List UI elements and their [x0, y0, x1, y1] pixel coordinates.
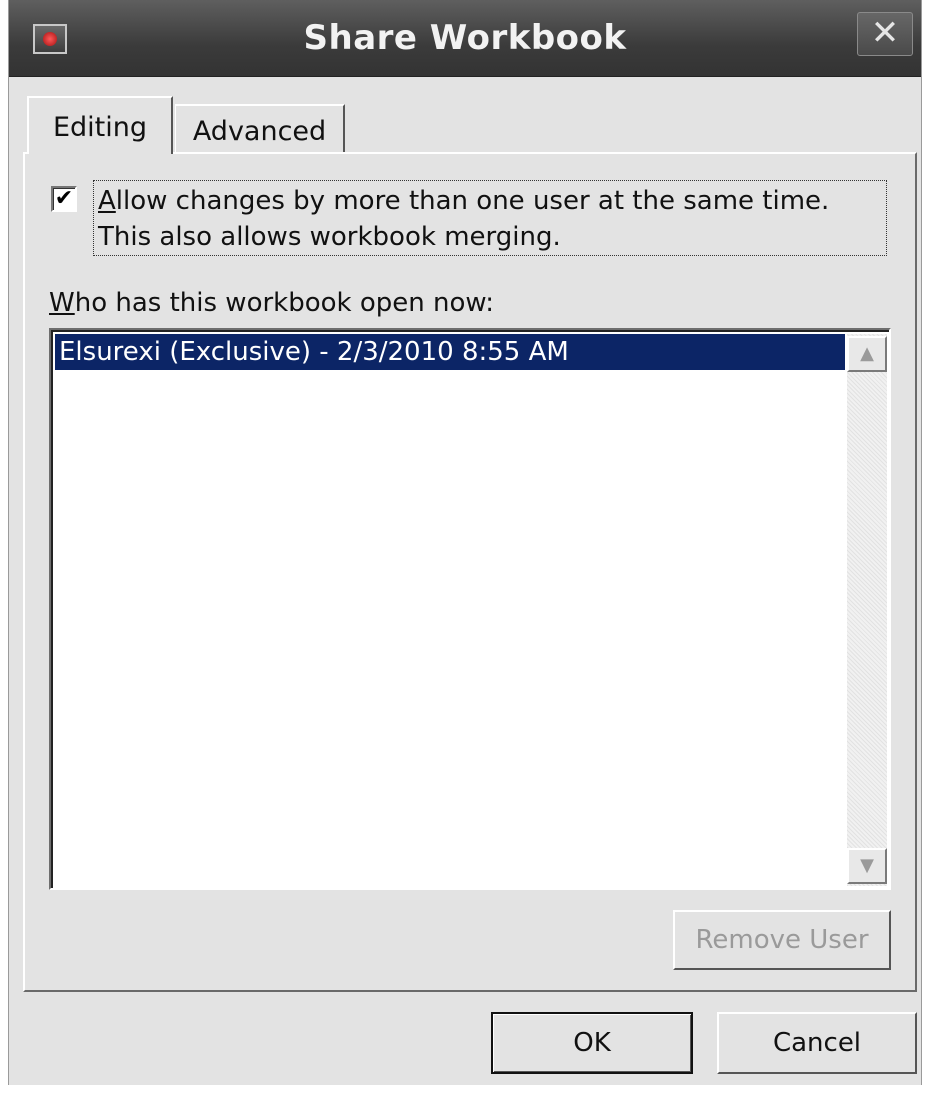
arrow-up-icon: ▲	[860, 343, 874, 364]
remove-user-button[interactable]: Remove User	[673, 910, 891, 970]
arrow-down-icon: ▼	[860, 855, 874, 876]
who-label-text: ho has this workbook open now:	[74, 288, 494, 318]
checkmark-icon: ✔	[54, 186, 74, 211]
tab-advanced[interactable]: Advanced	[175, 104, 345, 154]
users-listbox[interactable]: Elsurexi (Exclusive) - 2/3/2010 8:55 AM …	[49, 328, 891, 890]
who-has-open-label: Who has this workbook open now:	[49, 288, 494, 318]
vertical-scrollbar[interactable]: ▲ ▼	[847, 334, 887, 886]
tab-editing[interactable]: Editing	[27, 96, 173, 154]
close-button[interactable]: ✕	[857, 12, 913, 56]
title-bar[interactable]: Share Workbook ✕	[9, 0, 921, 77]
dialog-title: Share Workbook	[303, 18, 627, 58]
allow-changes-accelerator: A	[98, 186, 116, 216]
who-label-accelerator: W	[49, 288, 75, 318]
ok-button[interactable]: OK	[491, 1012, 693, 1074]
allow-changes-label[interactable]: Allow changes by more than one user at t…	[93, 180, 887, 256]
close-icon: ✕	[870, 13, 900, 53]
share-workbook-dialog: Share Workbook ✕ Editing Advanced ✔ Allo…	[8, 0, 922, 1085]
allow-changes-checkbox[interactable]: ✔	[51, 186, 77, 212]
cancel-button[interactable]: Cancel	[717, 1012, 917, 1074]
list-item[interactable]: Elsurexi (Exclusive) - 2/3/2010 8:55 AM	[55, 334, 845, 370]
scroll-down-button[interactable]: ▼	[847, 848, 887, 884]
scroll-up-button[interactable]: ▲	[847, 336, 887, 372]
allow-changes-text: llow changes by more than one user at th…	[98, 186, 830, 252]
